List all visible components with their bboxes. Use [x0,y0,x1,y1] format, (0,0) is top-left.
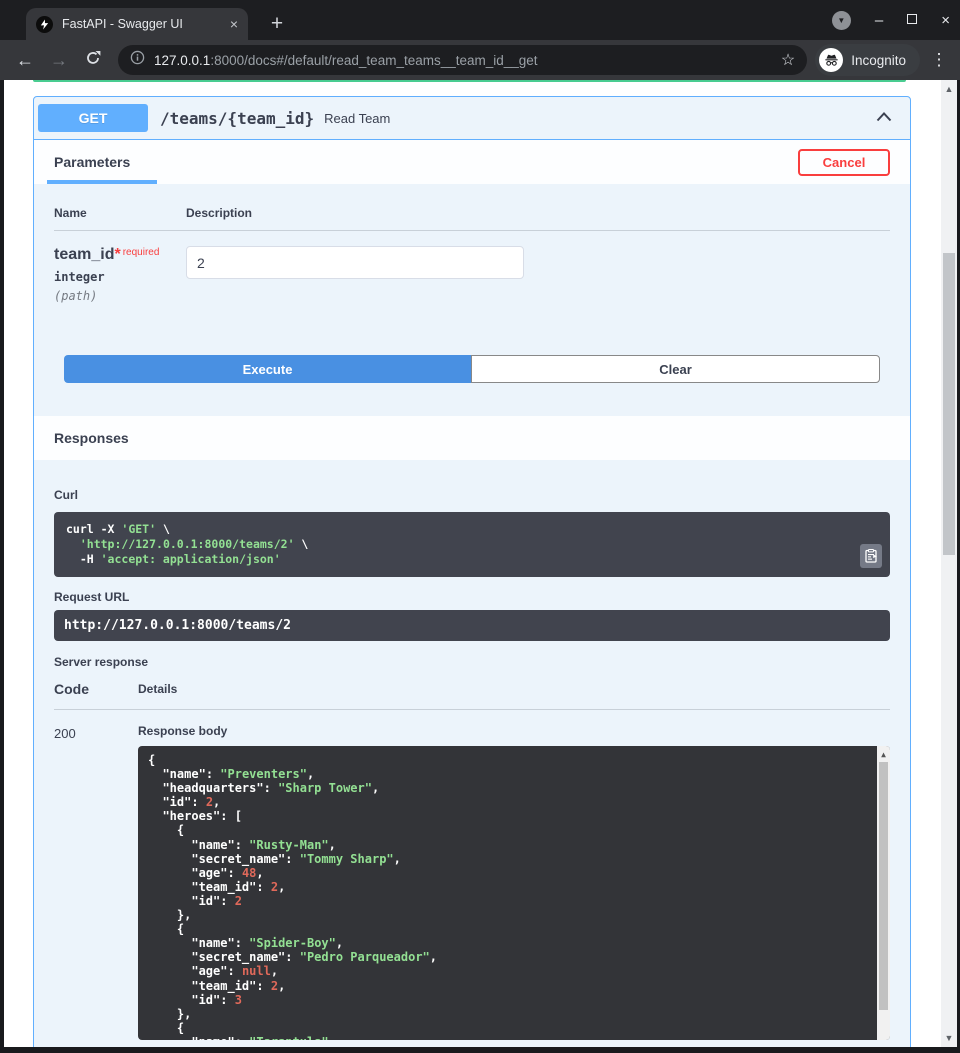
parameter-value-cell [186,246,524,303]
tab-close-icon[interactable]: × [230,16,238,32]
response-body-code: { "name": "Preventers", "headquarters": … [148,753,868,1040]
url-host: 127.0.0.1 [154,53,210,68]
url-text[interactable]: 127.0.0.1:8000/docs#/default/read_team_t… [154,53,773,68]
page-scroll-down-icon[interactable]: ▼ [941,1033,957,1043]
column-name-header: Name [54,206,186,220]
new-tab-button[interactable]: + [262,9,292,39]
response-body-label: Response body [138,724,890,738]
page-scrollbar-thumb[interactable] [943,253,955,555]
url-path: :8000/docs#/default/read_team_teams__tea… [210,53,537,68]
parameters-body: Name Description team_id*required intege… [34,184,910,416]
parameter-type: integer [54,270,186,284]
method-badge: GET [38,104,148,132]
parameters-tab-underline [47,180,157,184]
parameter-location: (path) [54,289,186,303]
back-button[interactable]: ← [8,50,42,71]
browser-toolbar: ← → 127.0.0.1:8000/docs#/default/read_te… [0,40,960,80]
copy-to-clipboard-button[interactable] [860,544,882,568]
forward-button[interactable]: → [42,50,76,71]
parameter-name: team_id*required [54,246,186,264]
incognito-label: Incognito [851,53,906,68]
browser-update-icon[interactable]: ▼ [832,11,851,30]
responses-body: Curl curl -X 'GET' \ 'http://127.0.0.1:8… [34,460,910,1040]
server-response-label: Server response [54,655,890,669]
tab-title: FastAPI - Swagger UI [62,17,224,31]
status-code: 200 [54,724,138,1040]
execute-button[interactable]: Execute [64,355,471,383]
parameter-row: team_id*required integer (path) [54,246,890,303]
required-label: required [123,247,160,258]
response-body-block[interactable]: { "name": "Preventers", "headquarters": … [138,746,890,1040]
collapse-chevron-icon[interactable] [876,109,892,127]
request-url-label: Request URL [54,590,890,604]
response-details: Response body { "name": "Preventers", "h… [138,724,890,1040]
maximize-button[interactable] [907,11,917,29]
endpoint-path: /teams/{team_id} [160,109,314,128]
response-row: 200 Response body { "name": "Preventers"… [54,724,890,1040]
curl-code: curl -X 'GET' \ 'http://127.0.0.1:8000/t… [66,522,878,567]
parameters-tab[interactable]: Parameters [54,154,130,170]
responses-title: Responses [54,430,129,446]
parameters-section-header: Parameters Cancel [34,140,910,184]
window-controls: ▼ – × [832,0,950,40]
required-star: * [114,246,120,263]
parameters-table-header: Name Description [54,206,890,231]
response-body-scrollbar[interactable]: ▲ [877,746,890,1040]
responses-section-header: Responses [34,416,910,460]
execute-row: Execute Clear [64,355,880,383]
page-scrollbar[interactable]: ▲ ▼ [941,80,957,1047]
maximize-icon [907,14,917,24]
page-content: GET /teams/{team_id} Read Team Parameter… [4,80,941,1047]
cancel-button[interactable]: Cancel [798,149,890,176]
site-info-icon[interactable] [130,50,145,70]
column-description-header: Description [186,206,252,220]
browser-menu-icon[interactable]: ⋮ [926,50,952,70]
bookmark-star-icon[interactable]: ☆ [781,50,795,70]
clear-button[interactable]: Clear [471,355,880,383]
browser-tab[interactable]: FastAPI - Swagger UI × [26,8,248,40]
incognito-icon [819,48,843,72]
request-url-block: http://127.0.0.1:8000/teams/2 [54,610,890,641]
scroll-up-icon[interactable]: ▲ [877,748,890,762]
incognito-badge: Incognito [815,44,920,76]
response-table-header: Code Details [54,681,890,710]
response-scrollbar-thumb[interactable] [879,762,888,1010]
curl-command-block[interactable]: curl -X 'GET' \ 'http://127.0.0.1:8000/t… [54,512,890,577]
parameter-info: team_id*required integer (path) [54,246,186,303]
fastapi-favicon-icon [36,16,53,33]
reload-button[interactable] [76,50,110,71]
opblock-summary[interactable]: GET /teams/{team_id} Read Team [34,97,910,140]
window-close-button[interactable]: × [941,12,950,29]
code-column-header: Code [54,681,138,697]
url-bar[interactable]: 127.0.0.1:8000/docs#/default/read_team_t… [118,45,807,75]
team-id-input[interactable] [186,246,524,279]
previous-opblock-border [33,80,906,82]
opblock-get-teams: GET /teams/{team_id} Read Team Parameter… [33,96,911,1047]
curl-label: Curl [54,488,78,502]
browser-tab-bar: FastAPI - Swagger UI × + ▼ – × [0,0,960,40]
endpoint-summary: Read Team [324,111,876,126]
page-scroll-up-icon[interactable]: ▲ [941,84,957,94]
details-column-header: Details [138,682,177,697]
minimize-button[interactable]: – [875,12,883,29]
